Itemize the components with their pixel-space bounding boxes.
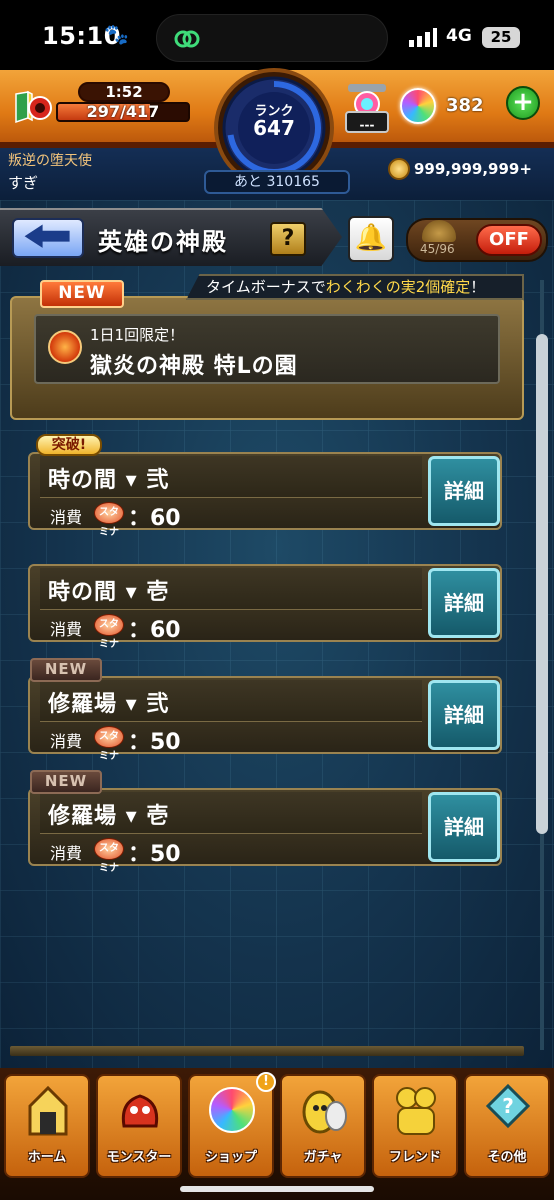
bonus-highlight: わくわくの実2個確定 <box>325 278 471 296</box>
auto-play-count: 45/96 <box>420 242 455 256</box>
link-icon <box>174 30 200 48</box>
coin-icon <box>388 158 410 180</box>
network-label: 4G <box>446 26 472 46</box>
buy-orbs-button[interactable]: + <box>506 86 540 120</box>
quest-name: 時の間 ▾ 壱 <box>48 580 170 605</box>
beginner-emblem-icon[interactable] <box>12 88 52 128</box>
stamina-icon: スタミナ <box>94 838 124 874</box>
time-bonus-banner: タイムボーナスでわくわくの実2個確定！ <box>186 274 524 300</box>
home-icon <box>24 1082 72 1138</box>
stamina-icon: スタミナ <box>94 502 124 538</box>
bonus-suffix: ！ <box>470 278 486 296</box>
nav-label: フレンド <box>388 1150 441 1165</box>
nav-gacha[interactable]: ガチャ <box>280 1074 366 1178</box>
quest-cost-label: 消費 <box>50 732 83 751</box>
friend-icon <box>392 1082 440 1138</box>
gacha-icon <box>300 1082 348 1138</box>
quest-name: 時の間 ▾ 弐 <box>48 468 170 493</box>
quest-row[interactable]: 修羅場 ▾ 壱 消費 スタミナ ：50 詳細 <box>28 788 502 874</box>
detail-button[interactable]: 詳細 <box>428 680 500 750</box>
back-arrow-icon <box>24 224 70 248</box>
svg-text:?: ? <box>502 1094 514 1118</box>
quest-cost: ：50 <box>128 842 181 867</box>
nav-other[interactable]: ? その他 <box>464 1074 550 1178</box>
new-badge: NEW <box>30 658 102 682</box>
orb-count: 382 <box>446 95 484 116</box>
rank-remaining-exp: あと 310165 <box>204 170 350 194</box>
home-indicator[interactable] <box>180 1186 374 1192</box>
nav-label: ガチャ <box>303 1150 343 1165</box>
flame-icon <box>48 330 82 364</box>
event-name: 獄炎の神殿 特Lの園 <box>90 354 298 379</box>
stamina-timer: 1:52 <box>78 82 170 102</box>
stamina-value: 297/417 <box>86 102 160 121</box>
bottom-nav: ホーム モンスター ! ショップ ガチャ フレンド ? その他 <box>0 1068 554 1200</box>
quest-list-area: 英雄の神殿 ? 🔔 45/96 OFF 1日1回限定！ 獄炎の神殿 特Lの園 N… <box>0 200 554 1068</box>
quest-name: 修羅場 ▾ 壱 <box>48 804 170 829</box>
quest-cost-label: 消費 <box>50 844 83 863</box>
dynamic-island <box>156 14 388 62</box>
stamina-icon: スタミナ <box>94 726 124 762</box>
game-header: 1:52 297/417 ランク 647 あと 310165 --- 382 +… <box>0 68 554 200</box>
stamina-bar: 297/417 <box>56 102 190 122</box>
auto-toggle-button[interactable]: OFF <box>476 224 542 256</box>
quest-cost-label: 消費 <box>50 620 83 639</box>
monster-icon <box>116 1082 164 1138</box>
bell-icon[interactable]: 🔔 <box>348 216 394 262</box>
quest-row[interactable]: 時の間 ▾ 壱 消費 スタミナ ：60 詳細 <box>28 564 502 650</box>
nav-monster[interactable]: モンスター <box>96 1074 182 1178</box>
coin-count: 999,999,999+ <box>414 160 532 178</box>
help-button[interactable]: ? <box>270 222 306 256</box>
nav-shop[interactable]: ! ショップ <box>188 1072 276 1178</box>
rank-value: 647 <box>253 116 295 140</box>
orb-icon <box>400 88 436 124</box>
stamina-icon: スタミナ <box>94 614 124 650</box>
breakthrough-badge: 突破! <box>36 434 102 456</box>
player-title: 叛逆の堕天使 <box>8 153 92 169</box>
quest-cost: ：50 <box>128 730 181 755</box>
other-icon: ? <box>484 1082 532 1138</box>
detail-button[interactable]: 詳細 <box>428 456 500 526</box>
player-name: すぎ <box>8 174 39 192</box>
nav-label: ショップ <box>204 1150 257 1165</box>
notification-badge: ! <box>256 1072 276 1092</box>
page-title: 英雄の神殿 <box>98 228 228 256</box>
event-banner-inner: 1日1回限定！ 獄炎の神殿 特Lの園 <box>34 314 500 384</box>
scrollbar[interactable] <box>536 334 548 834</box>
signal-icon <box>409 28 437 47</box>
new-badge: NEW <box>40 280 124 308</box>
quest-row[interactable]: 修羅場 ▾ 弐 消費 スタミナ ：50 詳細 <box>28 676 502 762</box>
quest-name: 修羅場 ▾ 弐 <box>48 692 170 717</box>
nav-label: ホーム <box>27 1150 67 1165</box>
nav-label: モンスター <box>106 1150 172 1165</box>
nav-friend[interactable]: フレンド <box>372 1074 458 1178</box>
battery-indicator: 25 <box>482 27 520 48</box>
gem-box-label: --- <box>359 118 375 132</box>
paw-icon: 🐾 <box>104 22 129 46</box>
nav-label: その他 <box>487 1150 527 1165</box>
detail-button[interactable]: 詳細 <box>428 568 500 638</box>
bonus-prefix: タイムボーナスで <box>206 278 326 296</box>
status-bar: 15:10 🐾 4G 25 <box>0 0 554 70</box>
event-banner[interactable]: 1日1回限定！ 獄炎の神殿 特Lの園 <box>10 296 524 420</box>
quest-cost-label: 消費 <box>50 508 83 527</box>
quest-cost: ：60 <box>128 506 181 531</box>
back-button[interactable] <box>12 218 84 258</box>
event-limit-text: 1日1回限定！ <box>90 326 185 344</box>
quest-row[interactable]: 時の間 ▾ 弐 消費 スタミナ ：60 詳細 <box>28 452 502 538</box>
detail-button[interactable]: 詳細 <box>428 792 500 862</box>
orb-icon <box>208 1082 256 1138</box>
quest-cost: ：60 <box>128 618 181 643</box>
new-badge: NEW <box>30 770 102 794</box>
list-bottom-rail <box>10 1046 524 1056</box>
nav-home[interactable]: ホーム <box>4 1074 90 1178</box>
